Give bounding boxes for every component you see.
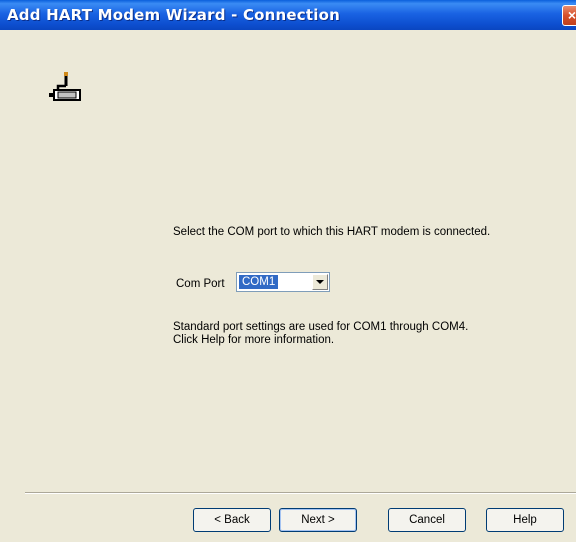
com-port-label: Com Port <box>176 278 225 290</box>
com-port-value: COM1 <box>239 275 279 289</box>
window-title: Add HART Modem Wizard - Connection <box>7 6 340 24</box>
back-button[interactable]: < Back <box>193 508 271 532</box>
cancel-button[interactable]: Cancel <box>388 508 466 532</box>
chevron-down-icon[interactable] <box>312 274 328 290</box>
close-button[interactable]: × <box>562 5 576 26</box>
help-button[interactable]: Help <box>486 508 564 532</box>
next-button[interactable]: Next > <box>279 508 357 532</box>
modem-connector-icon <box>49 72 81 101</box>
settings-note: Standard port settings are used for COM1… <box>173 321 469 346</box>
instruction-text: Select the COM port to which this HART m… <box>173 226 491 238</box>
wizard-window: Add HART Modem Wizard - Connection × Sel… <box>0 0 576 542</box>
separator <box>25 492 576 494</box>
title-bar[interactable]: Add HART Modem Wizard - Connection × <box>0 0 576 30</box>
com-port-select[interactable]: COM1 <box>236 272 330 292</box>
close-icon: × <box>567 7 576 23</box>
